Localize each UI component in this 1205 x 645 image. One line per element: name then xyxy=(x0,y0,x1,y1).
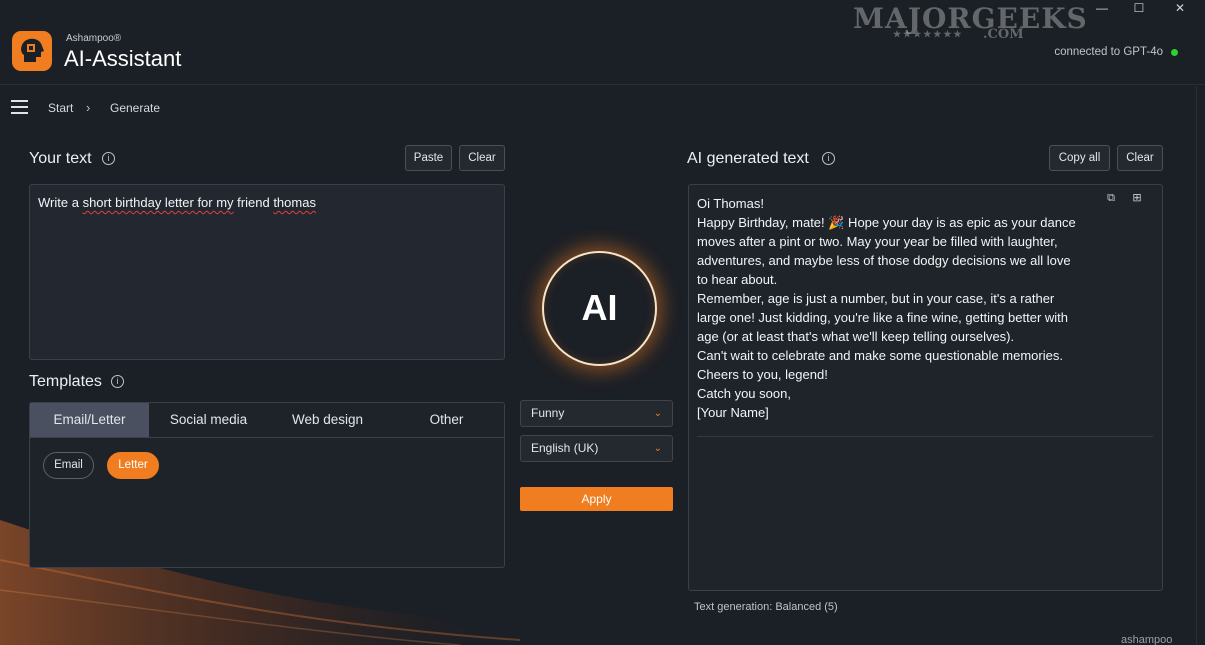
chevron-down-icon: ⌄ xyxy=(653,443,662,454)
clear-input-button[interactable]: Clear xyxy=(459,145,505,171)
tone-select-value: Funny xyxy=(531,406,565,420)
tab-other[interactable]: Other xyxy=(387,403,506,437)
prompt-text-part: friend xyxy=(233,195,274,210)
tone-select[interactable]: Funny ⌄ xyxy=(520,400,673,427)
chevron-down-icon: ⌄ xyxy=(653,408,662,419)
prompt-text-misspelled: short birthday letter for my xyxy=(82,195,234,210)
output-line: Can't wait to celebrate and make some qu… xyxy=(697,348,1063,363)
templates-title: Templates xyxy=(29,373,102,390)
text-generation-status: Text generation: Balanced (5) xyxy=(694,601,838,613)
breadcrumb-current: Generate xyxy=(110,101,161,115)
info-icon[interactable]: i xyxy=(111,375,124,388)
output-line: Catch you soon, xyxy=(697,386,791,401)
info-icon[interactable]: i xyxy=(102,152,115,165)
ai-generate-orb[interactable]: AI xyxy=(542,251,657,366)
app-logo-icon xyxy=(12,31,52,71)
ai-orb-label: AI xyxy=(581,287,618,328)
tab-social-media[interactable]: Social media xyxy=(149,403,268,437)
app-title: AI-Assistant xyxy=(64,46,182,71)
info-icon[interactable]: i xyxy=(822,152,835,165)
output-line: Happy Birthday, mate! 🎉 Hope your day is… xyxy=(697,215,1076,230)
prompt-text-misspelled: thomas xyxy=(273,195,316,210)
output-line: [Your Name] xyxy=(697,405,769,420)
output-line: large one! Just kidding, you're like a f… xyxy=(697,310,1069,325)
output-line: to hear about. xyxy=(697,272,778,287)
maximize-button[interactable]: ☐ xyxy=(1119,0,1159,18)
minimize-button[interactable]: — xyxy=(1082,0,1122,18)
tree-view-icon[interactable]: ⊞ xyxy=(1131,192,1143,204)
tab-divider xyxy=(30,437,504,438)
tab-email-letter[interactable]: Email/Letter xyxy=(30,403,149,437)
copy-all-button[interactable]: Copy all xyxy=(1049,145,1110,171)
ai-generated-text-title: AI generated text xyxy=(687,150,809,167)
output-line: adventures, and maybe less of those dodg… xyxy=(697,253,1071,268)
prompt-textarea[interactable]: Write a short birthday letter for my fri… xyxy=(29,184,505,360)
apply-button[interactable]: Apply xyxy=(520,487,673,511)
connection-status: connected to GPT-4o xyxy=(1054,46,1163,58)
close-button[interactable]: ✕ xyxy=(1160,0,1200,18)
templates-panel: Email/Letter Social media Web design Oth… xyxy=(29,402,505,568)
window-right-edge xyxy=(1196,86,1197,645)
template-chip-letter[interactable]: Letter xyxy=(107,452,159,479)
output-line: age (or at least that's what we'll keep … xyxy=(697,329,1015,344)
connection-status-dot-icon xyxy=(1171,49,1178,56)
template-chip-email[interactable]: Email xyxy=(43,452,94,479)
output-line: Cheers to you, legend! xyxy=(697,367,828,382)
your-text-title: Your text xyxy=(29,150,92,167)
output-line: Remember, age is just a number, but in y… xyxy=(697,291,1055,306)
footer-brand-logo: ashampoo xyxy=(1121,634,1173,645)
chevron-right-icon: › xyxy=(86,100,91,115)
breadcrumb-start[interactable]: Start xyxy=(48,101,73,115)
paste-button[interactable]: Paste xyxy=(405,145,452,171)
output-divider xyxy=(697,436,1153,437)
output-line: moves after a pint or two. May your year… xyxy=(697,234,1058,249)
clear-output-button[interactable]: Clear xyxy=(1117,145,1163,171)
ai-output-text: Oi Thomas! Happy Birthday, mate! 🎉 Hope … xyxy=(697,194,1097,422)
copy-icon[interactable]: ⧉ xyxy=(1105,192,1117,204)
language-select[interactable]: English (UK) ⌄ xyxy=(520,435,673,462)
menu-icon[interactable] xyxy=(11,100,28,114)
tab-web-design[interactable]: Web design xyxy=(268,403,387,437)
output-line: Oi Thomas! xyxy=(697,196,764,211)
app-header: Ashampoo® AI-Assistant connected to GPT-… xyxy=(0,22,1205,85)
ai-output-textarea[interactable]: ⧉ ⊞ Oi Thomas! Happy Birthday, mate! 🎉 H… xyxy=(688,184,1163,591)
language-select-value: English (UK) xyxy=(531,441,599,455)
prompt-text-part: Write a xyxy=(38,195,83,210)
brand-name: Ashampoo® xyxy=(66,33,122,44)
